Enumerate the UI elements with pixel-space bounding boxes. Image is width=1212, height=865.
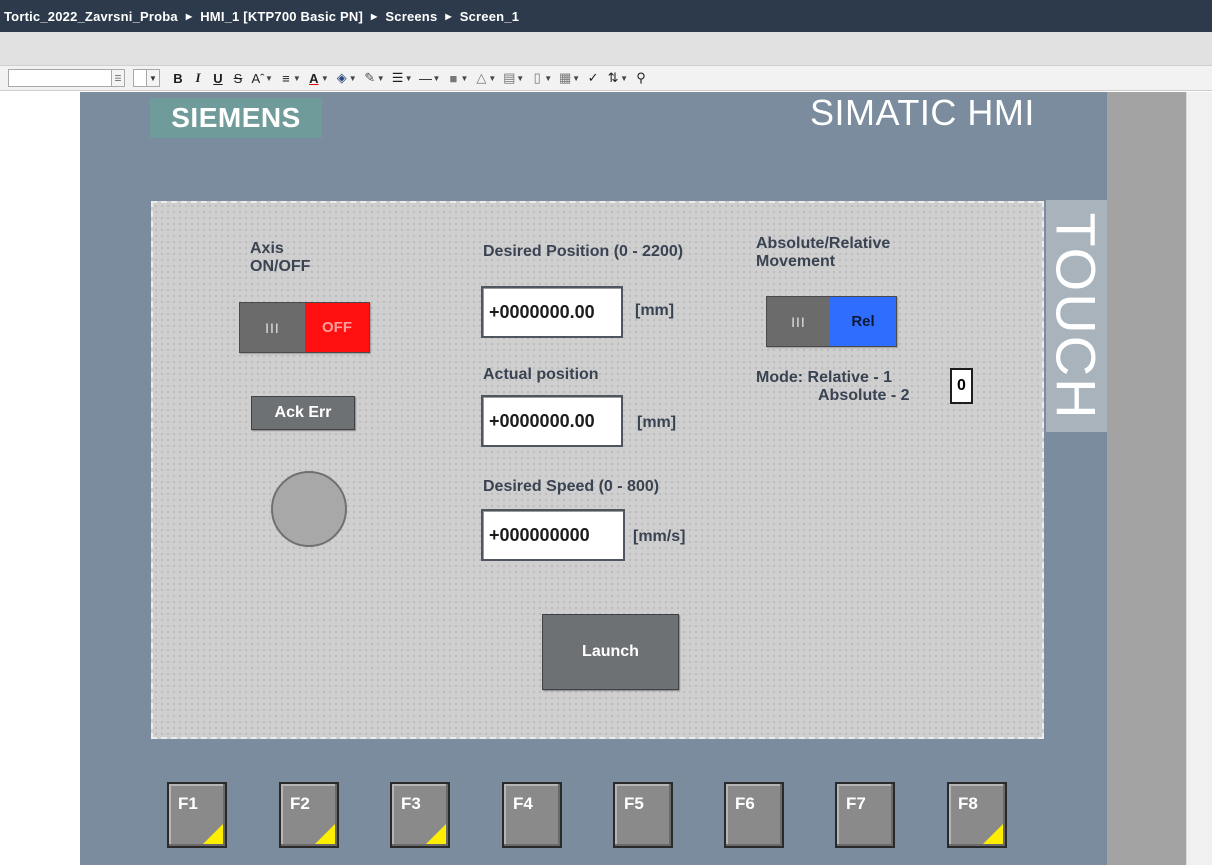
touch-label-text: TOUCH (1045, 211, 1109, 421)
font-name-field[interactable] (8, 69, 112, 87)
device-face: SIEMENS SIMATIC HMI TOUCH Axis ON/OFF II… (80, 92, 1109, 865)
breadcrumb-project[interactable]: Tortic_2022_Zavrsni_Proba (4, 9, 178, 24)
fkey-label: F6 (735, 794, 755, 813)
format-toolbar: ☰ ▼ B I U S Aˆ ▼ ≡ ▼ A ▼ ◈ ▼ ✎ ▼ ☰ ▼ — ▼ ■ ▼ △ ▼ … (0, 66, 1212, 91)
editor-header-bar (0, 32, 1212, 66)
fkey-label: F2 (290, 794, 310, 813)
breadcrumb-screens[interactable]: Screens (385, 9, 437, 24)
switch-state[interactable]: Rel (830, 297, 896, 346)
fkey-label: F8 (958, 794, 978, 813)
font-dialog-icon[interactable]: ☰ (111, 69, 125, 87)
bold-button[interactable]: B (168, 68, 188, 88)
fkey-label: F4 (513, 794, 533, 813)
f1-key[interactable]: F1 (167, 782, 227, 848)
desired-speed-unit: [mm/s] (633, 528, 686, 545)
absrel-label-line1: Absolute/Relative (756, 235, 891, 252)
f6-key[interactable]: F6 (724, 782, 784, 848)
vertical-scrollbar[interactable] (1186, 92, 1212, 865)
axis-label-line2: ON/OFF (250, 258, 311, 275)
dropdown-arrow-icon[interactable]: ▼ (377, 74, 385, 83)
f2-key[interactable]: F2 (279, 782, 339, 848)
switch-state[interactable]: OFF (305, 303, 369, 352)
absrel-label-line2: Movement (756, 253, 836, 270)
dropdown-arrow-icon[interactable]: ▼ (321, 74, 329, 83)
absrel-switch[interactable]: III Rel (766, 296, 897, 347)
breadcrumb: Tortic_2022_Zavrsni_Proba ▶ HMI_1 [KTP70… (0, 0, 1212, 32)
desired-speed-label: Desired Speed (0 - 800) (483, 478, 660, 495)
font-size-field[interactable] (133, 69, 147, 87)
actual-position-label: Actual position (483, 366, 599, 383)
corner-marker-icon (315, 824, 335, 844)
switch-grip[interactable]: III (240, 303, 305, 352)
axis-label-line1: Axis (250, 240, 284, 257)
breadcrumb-screen[interactable]: Screen_1 (460, 9, 519, 24)
dropdown-arrow-icon[interactable]: ▼ (349, 74, 357, 83)
desired-speed-field[interactable]: +000000000 (481, 509, 625, 561)
underline-button[interactable]: U (208, 68, 228, 88)
chevron-right-icon: ▶ (371, 11, 378, 21)
breadcrumb-device[interactable]: HMI_1 [KTP700 Basic PN] (200, 9, 363, 24)
f3-key[interactable]: F3 (390, 782, 450, 848)
desired-position-field[interactable]: +0000000.00 (481, 286, 623, 338)
desired-position-label: Desired Position (0 - 2200) (483, 243, 684, 260)
hmi-screen[interactable]: Axis ON/OFF III OFF Ack Err Desired Posi… (151, 201, 1044, 739)
fkey-label: F1 (178, 794, 198, 813)
simatic-hmi-label: SIMATIC HMI (810, 92, 1035, 133)
dropdown-arrow-icon[interactable]: ▼ (620, 74, 628, 83)
dropdown-arrow-icon[interactable]: ▼ (293, 74, 301, 83)
corner-marker-icon (203, 824, 223, 844)
dropdown-arrow-icon[interactable]: ▼ (488, 74, 496, 83)
strikethrough-button[interactable]: S (228, 68, 248, 88)
dropdown-arrow-icon[interactable]: ▼ (460, 74, 468, 83)
dropdown-arrow-icon[interactable]: ▼ (433, 74, 441, 83)
font-size-dropdown-icon[interactable]: ▼ (146, 69, 160, 87)
zoom-icon[interactable]: ⚲ (631, 68, 651, 88)
mode-legend-line1: Mode: Relative - 1 (756, 369, 893, 386)
f4-key[interactable]: F4 (502, 782, 562, 848)
mode-value-field[interactable]: 0 (950, 368, 973, 404)
chevron-right-icon: ▶ (185, 11, 193, 21)
f7-key[interactable]: F7 (835, 782, 895, 848)
axis-onoff-switch[interactable]: III OFF (239, 302, 370, 353)
italic-button[interactable]: I (188, 68, 208, 88)
status-indicator-lamp (271, 471, 347, 547)
fkey-label: F5 (624, 794, 644, 813)
device-frame: SIEMENS SIMATIC HMI TOUCH Axis ON/OFF II… (80, 92, 1186, 865)
f5-key[interactable]: F5 (613, 782, 673, 848)
ack-err-button[interactable]: Ack Err (251, 396, 355, 430)
chevron-right-icon: ▶ (445, 11, 452, 21)
corner-marker-icon (983, 824, 1003, 844)
dropdown-arrow-icon[interactable]: ▼ (544, 74, 552, 83)
desired-position-unit: [mm] (635, 302, 675, 319)
screen-editor-canvas: SIEMENS SIMATIC HMI TOUCH Axis ON/OFF II… (0, 92, 1212, 865)
switch-grip[interactable]: III (767, 297, 830, 346)
actual-position-unit: [mm] (637, 414, 677, 431)
dropdown-arrow-icon[interactable]: ▼ (572, 74, 580, 83)
dropdown-arrow-icon[interactable]: ▼ (265, 74, 273, 83)
dropdown-arrow-icon[interactable]: ▼ (405, 74, 413, 83)
launch-button[interactable]: Launch (542, 614, 679, 690)
mode-legend-line2: Absolute - 2 (818, 387, 910, 404)
canvas-margin (0, 92, 80, 865)
siemens-logo: SIEMENS (150, 98, 322, 138)
corner-marker-icon (426, 824, 446, 844)
actual-position-field[interactable]: +0000000.00 (481, 395, 623, 447)
dropdown-arrow-icon[interactable]: ▼ (516, 74, 524, 83)
fkey-label: F7 (846, 794, 866, 813)
f8-key[interactable]: F8 (947, 782, 1007, 848)
format-painter-icon[interactable]: ✓ (583, 68, 603, 88)
fkey-label: F3 (401, 794, 421, 813)
touch-label: TOUCH (1045, 200, 1109, 432)
